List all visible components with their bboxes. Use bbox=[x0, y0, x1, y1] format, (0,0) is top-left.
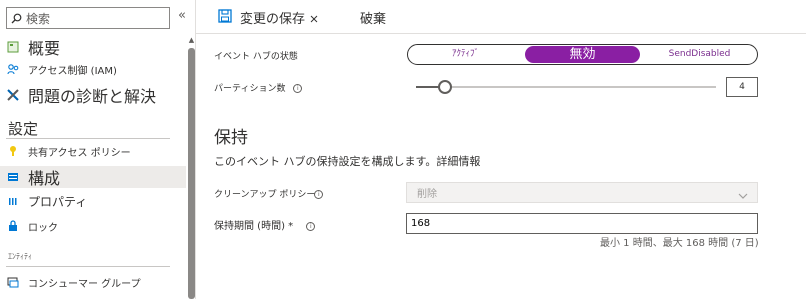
sidebar-item-label: 問題の診断と解決 bbox=[28, 87, 157, 106]
sidebar-item-label: 概要 bbox=[28, 39, 61, 58]
command-bar: 変更の保存 破棄 bbox=[196, 0, 806, 34]
sidebar-item-label: 共有アクセス ポリシー bbox=[28, 147, 131, 159]
scroll-up-icon[interactable]: ▲ bbox=[188, 36, 195, 44]
properties-icon bbox=[6, 194, 20, 208]
overview-icon bbox=[6, 40, 20, 54]
search-placeholder: 検索 bbox=[26, 11, 51, 26]
cleanup-policy-value: 削除 bbox=[417, 189, 437, 200]
partition-label-text: パーティション数 bbox=[214, 84, 286, 94]
retention-section-title: 保持 bbox=[214, 128, 248, 148]
divider bbox=[6, 266, 170, 267]
status-option-senddisabled[interactable]: SendDisabled bbox=[642, 46, 757, 63]
consumer-group-icon bbox=[6, 275, 20, 289]
entity-section-header: ｴﾝﾃｨﾃｨ bbox=[8, 252, 32, 261]
sidebar-item-label: コンシューマー グループ bbox=[28, 278, 141, 290]
info-icon[interactable]: i bbox=[306, 221, 316, 231]
save-icon bbox=[218, 8, 232, 27]
status-option-disabled[interactable]: 無効 bbox=[525, 46, 640, 63]
cleanup-label-text: クリーンアップ ポリシー bbox=[214, 190, 316, 200]
cleanup-policy-dropdown[interactable]: 削除 bbox=[406, 182, 758, 203]
sidebar-item-label: ロック bbox=[28, 222, 58, 234]
info-icon[interactable]: i bbox=[314, 190, 324, 199]
sidebar-item-label: アクセス制御 (IAM) bbox=[28, 65, 117, 77]
retention-period-label: 保持期間 (時間) * i bbox=[214, 217, 316, 232]
partition-label: パーティション数 i bbox=[214, 81, 303, 94]
info-icon[interactable]: i bbox=[293, 84, 303, 93]
sidebar-scrollbar[interactable]: ▲ bbox=[188, 36, 195, 299]
sidebar-item-label: プロパティ bbox=[28, 194, 88, 209]
status-option-active[interactable]: ｱｸﾃｨﾌﾞ bbox=[408, 46, 523, 63]
retention-period-label-text: 保持期間 (時間) * bbox=[214, 221, 294, 232]
retention-period-hint: 最小 1 時間、最大 168 時間 (7 日) bbox=[600, 238, 759, 249]
sidebar-item-shared-access[interactable]: 共有アクセス ポリシー bbox=[0, 142, 186, 160]
close-icon bbox=[310, 8, 318, 27]
retention-description: このイベント ハブの保持設定を構成します。詳細情報 bbox=[214, 155, 481, 168]
sidebar-item-diagnose[interactable]: 問題の診断と解決 bbox=[0, 84, 186, 106]
sidebar-item-iam[interactable]: アクセス制御 (IAM) bbox=[0, 60, 186, 78]
sidebar: 検索 « 概要 アクセス制御 (IAM) 問題の診断と解決 設定 共有アクセス … bbox=[0, 0, 196, 299]
discard-button[interactable]: 破棄 bbox=[360, 8, 386, 27]
retention-period-input[interactable]: 168 bbox=[406, 213, 758, 234]
config-icon bbox=[6, 170, 20, 184]
settings-section-header: 設定 bbox=[8, 120, 39, 138]
key-icon bbox=[6, 144, 20, 158]
cleanup-label: クリーンアップ ポリシー i bbox=[214, 187, 324, 200]
status-label: イベント ハブの状態 bbox=[214, 52, 298, 62]
divider bbox=[6, 138, 170, 139]
iam-icon bbox=[6, 62, 20, 76]
sidebar-item-consumer-groups[interactable]: コンシューマー グループ bbox=[0, 273, 186, 291]
status-toggle[interactable]: ｱｸﾃｨﾌﾞ 無効 SendDisabled bbox=[407, 44, 758, 65]
save-label: 変更の保存 bbox=[240, 12, 306, 27]
save-button[interactable]: 変更の保存 bbox=[218, 8, 318, 27]
chevron-down-icon bbox=[737, 187, 749, 206]
sidebar-item-locks[interactable]: ロック bbox=[0, 217, 186, 235]
search-icon bbox=[11, 9, 22, 28]
wrench-icon bbox=[6, 88, 20, 102]
sidebar-item-label: 構成 bbox=[28, 169, 61, 188]
scroll-thumb[interactable] bbox=[188, 48, 195, 299]
sidebar-item-properties[interactable]: プロパティ bbox=[0, 191, 186, 211]
sidebar-item-overview[interactable]: 概要 bbox=[0, 36, 186, 58]
collapse-sidebar-button[interactable]: « bbox=[178, 8, 186, 23]
partition-count-input[interactable]: 4 bbox=[726, 77, 758, 97]
lock-icon bbox=[6, 219, 20, 233]
search-input[interactable]: 検索 bbox=[6, 7, 170, 29]
partition-slider-track[interactable] bbox=[416, 86, 716, 88]
sidebar-item-configuration[interactable]: 構成 bbox=[0, 166, 186, 188]
partition-slider-thumb[interactable] bbox=[438, 80, 452, 94]
